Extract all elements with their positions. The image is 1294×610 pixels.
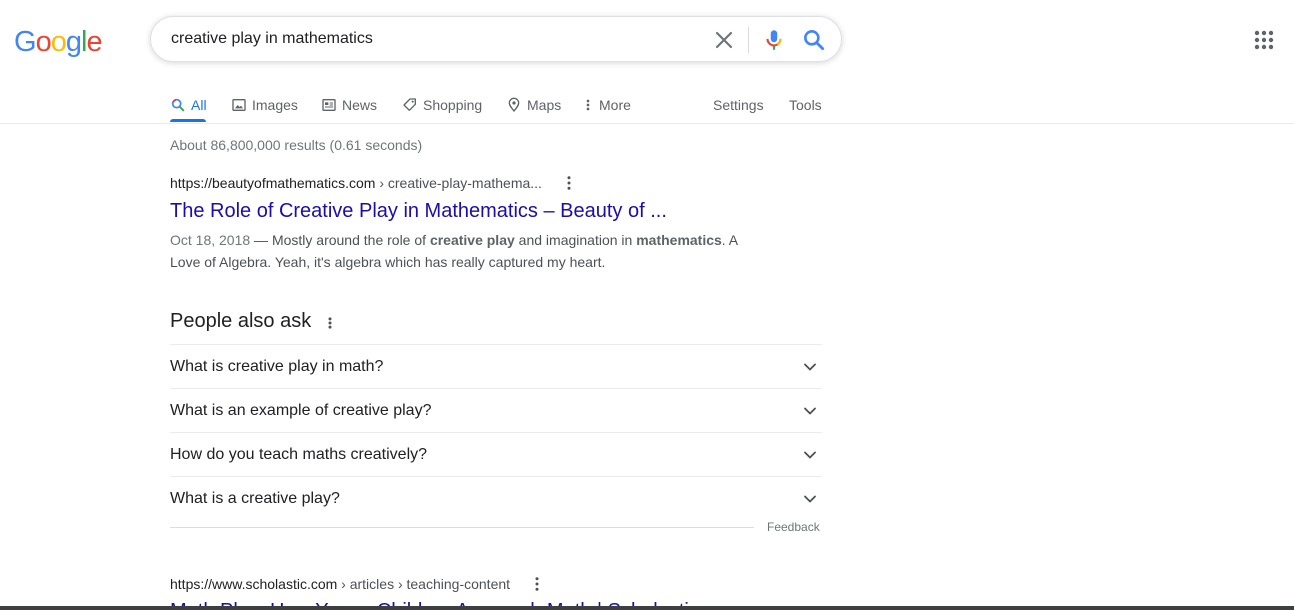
result-url[interactable]: https://www.scholastic.com › articles › … <box>170 576 750 593</box>
result-date: Oct 18, 2018 <box>170 231 251 248</box>
result-url[interactable]: https://beautyofmathematics.com › creati… <box>170 175 750 192</box>
search-tabs: All Images News Shopping Maps More Setti… <box>0 84 1294 124</box>
tab-maps[interactable]: Maps <box>506 90 561 120</box>
tab-label: Shopping <box>423 97 483 113</box>
tab-more[interactable]: More <box>582 90 631 120</box>
logo-letter-g: G <box>14 26 37 58</box>
result-path: › articles › teaching-content <box>337 576 511 592</box>
snippet-highlight: creative play <box>429 231 515 248</box>
apps-grid-icon[interactable] <box>1252 28 1276 52</box>
paa-question-text: What is a creative play? <box>170 490 340 507</box>
result-stats: About 86,800,000 results (0.61 seconds) <box>170 137 423 153</box>
tab-images[interactable]: Images <box>231 90 298 120</box>
clear-icon[interactable] <box>712 28 736 52</box>
search-result: https://beautyofmathematics.com › creati… <box>170 175 750 273</box>
chevron-down-icon <box>804 363 816 371</box>
snippet-text: — Mostly around the role of <box>250 231 430 248</box>
tab-all[interactable]: All <box>170 90 207 120</box>
search-result: https://www.scholastic.com › articles › … <box>170 576 750 593</box>
tab-label: More <box>599 97 631 113</box>
result-domain: https://www.scholastic.com <box>170 576 338 592</box>
settings-link[interactable]: Settings <box>713 90 764 120</box>
people-also-ask-list: What is creative play in math? What is a… <box>170 344 822 520</box>
tag-icon <box>403 98 416 111</box>
vertical-dots-icon <box>586 99 590 111</box>
map-pin-icon <box>508 97 520 113</box>
vertical-dots-icon[interactable] <box>528 575 546 593</box>
logo-letter-e: e <box>86 26 102 58</box>
chevron-down-icon <box>804 495 816 503</box>
search-divider <box>748 27 749 53</box>
tab-label: Maps <box>527 97 562 113</box>
logo-letter-o2: o <box>50 26 67 58</box>
paa-question-text: What is creative play in math? <box>170 358 384 375</box>
paa-question[interactable]: What is a creative play? <box>170 477 822 520</box>
result-snippet: Oct 18, 2018 — Mostly around the role of… <box>170 229 750 273</box>
feedback-link[interactable]: Feedback <box>767 520 820 534</box>
tab-label: News <box>342 97 378 113</box>
search-results-page: Google creative play in mathematics All … <box>0 0 1294 610</box>
people-also-ask-heading: People also ask <box>170 310 312 332</box>
search-icon <box>171 98 185 112</box>
result-domain: https://beautyofmathematics.com <box>170 175 376 191</box>
microphone-icon[interactable] <box>761 27 787 53</box>
window-bottom-edge <box>0 606 1294 610</box>
vertical-dots-icon[interactable] <box>322 313 338 333</box>
paa-question[interactable]: How do you teach maths creatively? <box>170 433 822 477</box>
active-tab-indicator <box>170 119 206 122</box>
feedback-divider <box>170 527 754 528</box>
news-icon <box>322 99 336 111</box>
result-title-link[interactable]: The Role of Creative Play in Mathematics… <box>170 200 750 223</box>
snippet-text: and imagination in <box>514 231 637 248</box>
tab-label: Images <box>252 97 298 113</box>
google-logo[interactable]: Google <box>14 26 103 59</box>
search-box[interactable]: creative play in mathematics <box>150 16 842 62</box>
paa-question-text: What is an example of creative play? <box>170 402 432 419</box>
tab-news[interactable]: News <box>321 90 377 120</box>
chevron-down-icon <box>804 451 816 459</box>
paa-question[interactable]: What is an example of creative play? <box>170 389 822 433</box>
search-icon[interactable] <box>801 27 827 53</box>
result-path: › creative-play-mathema... <box>375 175 542 191</box>
paa-question-text: How do you teach maths creatively? <box>170 446 428 463</box>
tab-shopping[interactable]: Shopping <box>402 90 482 120</box>
snippet-highlight: mathematics <box>636 231 722 248</box>
tools-link[interactable]: Tools <box>789 90 822 120</box>
vertical-dots-icon[interactable] <box>560 174 578 192</box>
logo-letter-g2: g <box>65 26 82 58</box>
image-icon <box>232 99 246 111</box>
search-input[interactable]: creative play in mathematics <box>171 30 373 48</box>
tab-label: All <box>191 97 207 113</box>
paa-question[interactable]: What is creative play in math? <box>170 345 822 389</box>
chevron-down-icon <box>804 407 816 415</box>
logo-letter-o1: o <box>35 26 52 58</box>
